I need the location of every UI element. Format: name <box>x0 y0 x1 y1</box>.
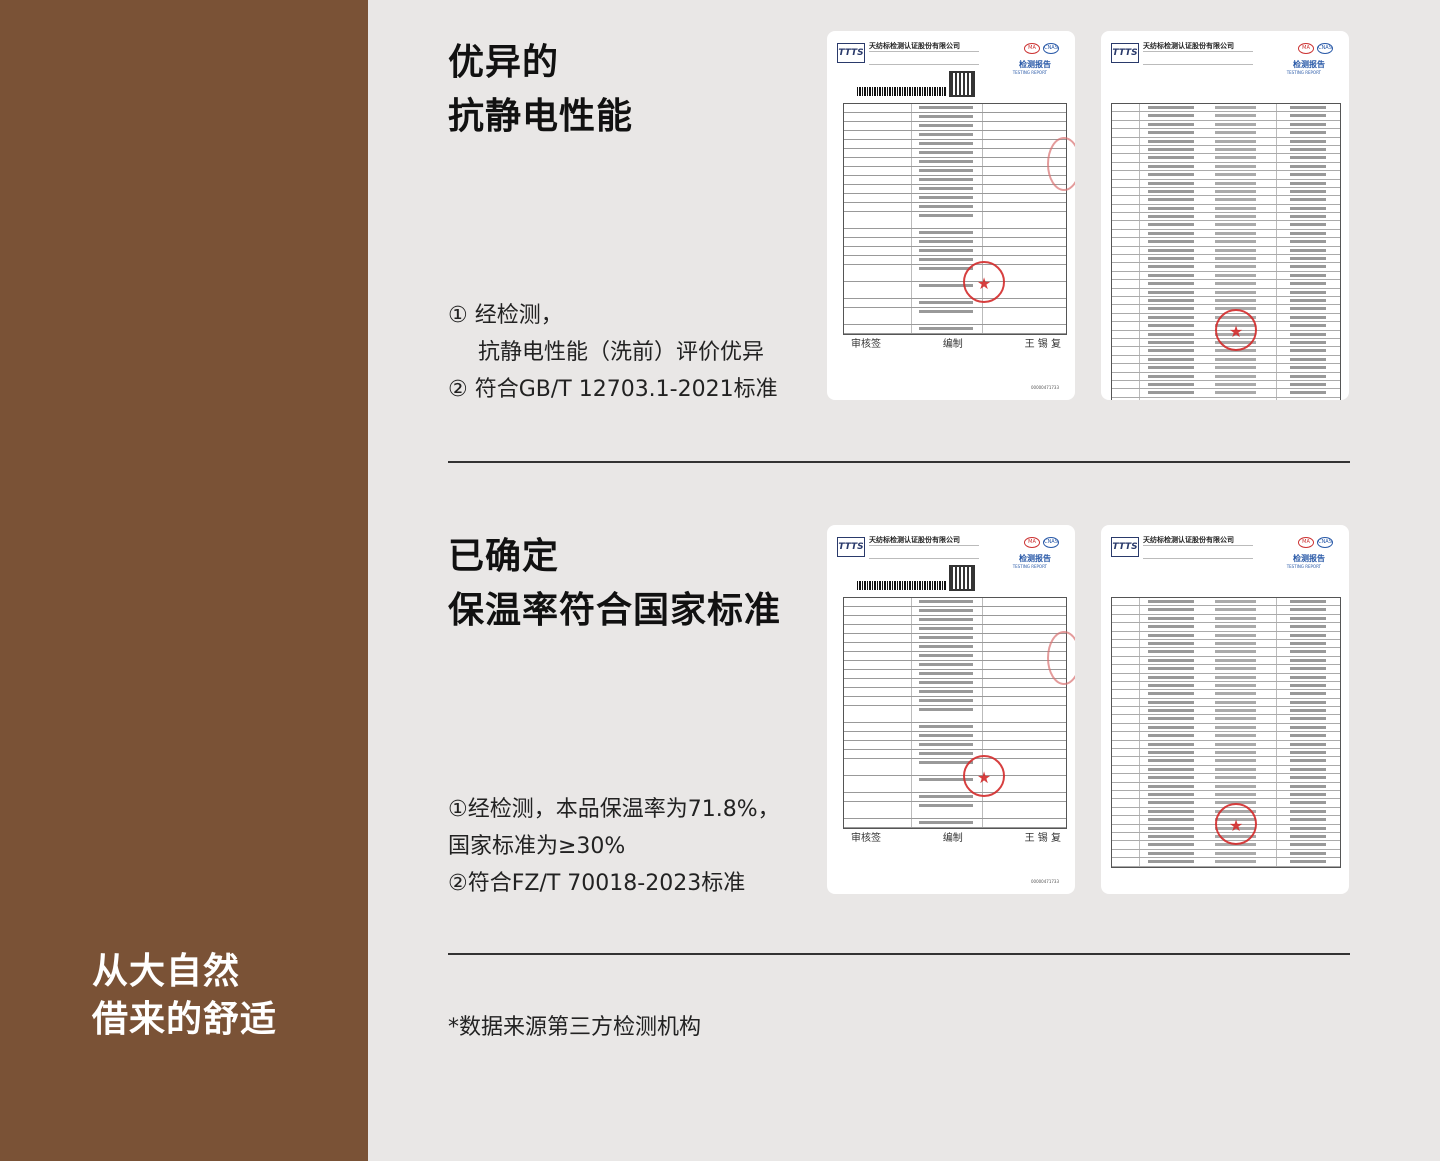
ttts-logo: TTTS <box>1111 537 1139 557</box>
section2-title-line-1: 已确定 <box>448 536 560 577</box>
report-title: 检测报告 <box>1293 60 1325 69</box>
report-card-cover-2: TTTS 天纺标检测认证股份有限公司 MA CNAS 检测报告 TESTING R… <box>827 525 1075 894</box>
cnas-mark-icon: CNAS <box>1317 537 1333 548</box>
ttts-logo: TTTS <box>837 537 865 557</box>
signature-2: 编制 <box>942 339 963 350</box>
ma-mark-icon: MA <box>1298 43 1314 54</box>
signature-3: 王 锡 复 <box>1024 339 1061 350</box>
barcode-icon <box>857 87 947 96</box>
sidebar-slogan: 从大自然 借来的舒适 <box>92 948 277 1044</box>
signature-3: 王 锡 复 <box>1024 833 1061 844</box>
report-card-cover-1: TTTS 天纺标检测认证股份有限公司 MA CNAS 检测报告 TESTING R… <box>827 31 1075 400</box>
section1-description: ① 经检测， 抗静电性能（洗前）评价优异 ② 符合GB/T 12703.1-20… <box>448 297 778 408</box>
section2-desc-line-1: ①经检测，本品保温率为71.8%， <box>448 797 780 822</box>
signature-1: 审核签 <box>851 339 881 350</box>
section1-title: 优异的 抗静电性能 <box>448 36 633 144</box>
signature-1: 审核签 <box>851 833 881 844</box>
report-title-en: TESTING REPORT <box>1012 564 1047 569</box>
ma-mark-icon: MA <box>1024 43 1040 54</box>
signature-row: 审核签 编制 王 锡 复 <box>851 335 1061 350</box>
report-company: 天纺标检测认证股份有限公司 <box>1143 536 1234 544</box>
seal-edge-icon <box>1047 631 1075 685</box>
report-info-table <box>843 597 1067 829</box>
ma-mark-icon: MA <box>1298 537 1314 548</box>
report-footer-code: 00000471733 <box>1031 385 1059 390</box>
section-divider-1 <box>448 461 1350 463</box>
report-footer-code: 00000471733 <box>1031 879 1059 884</box>
report-title-en: TESTING REPORT <box>1012 70 1047 75</box>
report-info-table <box>843 103 1067 335</box>
report-company: 天纺标检测认证股份有限公司 <box>869 42 960 50</box>
red-seal-icon: ★ <box>1215 803 1257 845</box>
section1-title-line-1: 优异的 <box>448 42 560 83</box>
red-seal-icon: ★ <box>963 755 1005 797</box>
report-title: 检测报告 <box>1019 60 1051 69</box>
report-results-table <box>1111 103 1341 400</box>
cnas-mark-icon: CNAS <box>1317 43 1333 54</box>
qr-code-icon <box>949 565 975 591</box>
section2-title: 已确定 保温率符合国家标准 <box>448 530 781 638</box>
section2-description: ①经检测，本品保温率为71.8%， 国家标准为≥30% ②符合FZ/T 7001… <box>448 791 780 902</box>
signature-2: 编制 <box>942 833 963 844</box>
seal-edge-icon <box>1047 137 1075 191</box>
slogan-line-1: 从大自然 <box>92 951 241 992</box>
slogan-line-2: 借来的舒适 <box>92 999 278 1040</box>
red-seal-icon: ★ <box>963 261 1005 303</box>
ma-mark-icon: MA <box>1024 537 1040 548</box>
red-seal-icon: ★ <box>1215 309 1257 351</box>
report-title: 检测报告 <box>1019 554 1051 563</box>
section2-desc-line-2: 国家标准为≥30% <box>448 834 626 859</box>
cnas-mark-icon: CNAS <box>1043 537 1059 548</box>
ttts-logo: TTTS <box>837 43 865 63</box>
cnas-mark-icon: CNAS <box>1043 43 1059 54</box>
section2-desc-line-3: ②符合FZ/T 70018-2023标准 <box>448 871 746 896</box>
section-divider-2 <box>448 953 1350 955</box>
report-card-results-1: TTTS 天纺标检测认证股份有限公司 MA CNAS 检测报告 TESTING R… <box>1101 31 1349 400</box>
barcode-icon <box>857 581 947 590</box>
section1-desc-line-3: ② 符合GB/T 12703.1-2021标准 <box>448 377 778 402</box>
data-source-note: *数据来源第三方检测机构 <box>448 1015 702 1040</box>
qr-code-icon <box>949 71 975 97</box>
report-title-en: TESTING REPORT <box>1286 564 1321 569</box>
section1-desc-line-1: ① 经检测， <box>448 303 563 328</box>
report-title: 检测报告 <box>1293 554 1325 563</box>
section1-desc-line-2: 抗静电性能（洗前）评价优异 <box>478 340 765 365</box>
report-card-results-2: TTTS 天纺标检测认证股份有限公司 MA CNAS 检测报告 TESTING R… <box>1101 525 1349 894</box>
ttts-logo: TTTS <box>1111 43 1139 63</box>
section2-title-line-2: 保温率符合国家标准 <box>448 590 782 631</box>
brand-sidebar: 从大自然 借来的舒适 <box>0 0 368 1161</box>
report-company: 天纺标检测认证股份有限公司 <box>1143 42 1234 50</box>
report-company: 天纺标检测认证股份有限公司 <box>869 536 960 544</box>
report-title-en: TESTING REPORT <box>1286 70 1321 75</box>
signature-row: 审核签 编制 王 锡 复 <box>851 829 1061 844</box>
section1-title-line-2: 抗静电性能 <box>448 96 634 137</box>
